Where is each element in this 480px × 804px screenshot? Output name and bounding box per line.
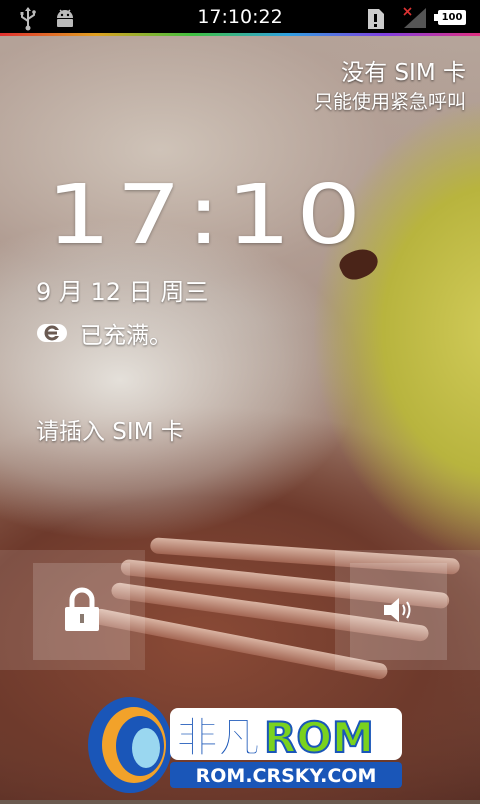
sound-slider-track[interactable] bbox=[335, 550, 480, 670]
carrier-info: 没有 SIM 卡 只能使用紧急呼叫 bbox=[314, 58, 466, 116]
svg-text:ROM: ROM bbox=[264, 713, 374, 762]
battery-icon: 100 bbox=[434, 10, 466, 25]
unlock-slider-track[interactable] bbox=[0, 550, 145, 670]
status-bar-accent bbox=[0, 33, 480, 36]
status-bar[interactable]: 17:10:22 100 bbox=[0, 0, 480, 36]
lockscreen-clock: 17:10 bbox=[46, 168, 367, 263]
insert-sim-message: 请插入 SIM 卡 bbox=[36, 419, 184, 445]
lockscreen-wallpaper bbox=[0, 0, 480, 800]
lock-icon bbox=[62, 587, 102, 637]
charging-icon bbox=[36, 321, 70, 345]
sound-toggle-handle[interactable] bbox=[350, 563, 447, 660]
carrier-emergency-only: 只能使用紧急呼叫 bbox=[313, 91, 466, 113]
lockscreen-date: 9 月 12 日 周三 bbox=[36, 278, 209, 306]
alert-icon bbox=[366, 9, 384, 33]
unlock-handle[interactable] bbox=[33, 563, 130, 660]
charging-status: 已充满。 bbox=[36, 316, 172, 350]
carrier-no-sim: 没有 SIM 卡 bbox=[341, 60, 466, 86]
no-signal-icon bbox=[402, 6, 428, 34]
charging-text: 已充满。 bbox=[80, 323, 172, 349]
watermark-logo: 非凡 ROM ROM.CRSKY.COM bbox=[78, 690, 408, 800]
speaker-icon bbox=[382, 595, 416, 629]
svg-text:非凡: 非凡 bbox=[176, 713, 260, 762]
svg-text:ROM.CRSKY.COM: ROM.CRSKY.COM bbox=[196, 765, 377, 787]
